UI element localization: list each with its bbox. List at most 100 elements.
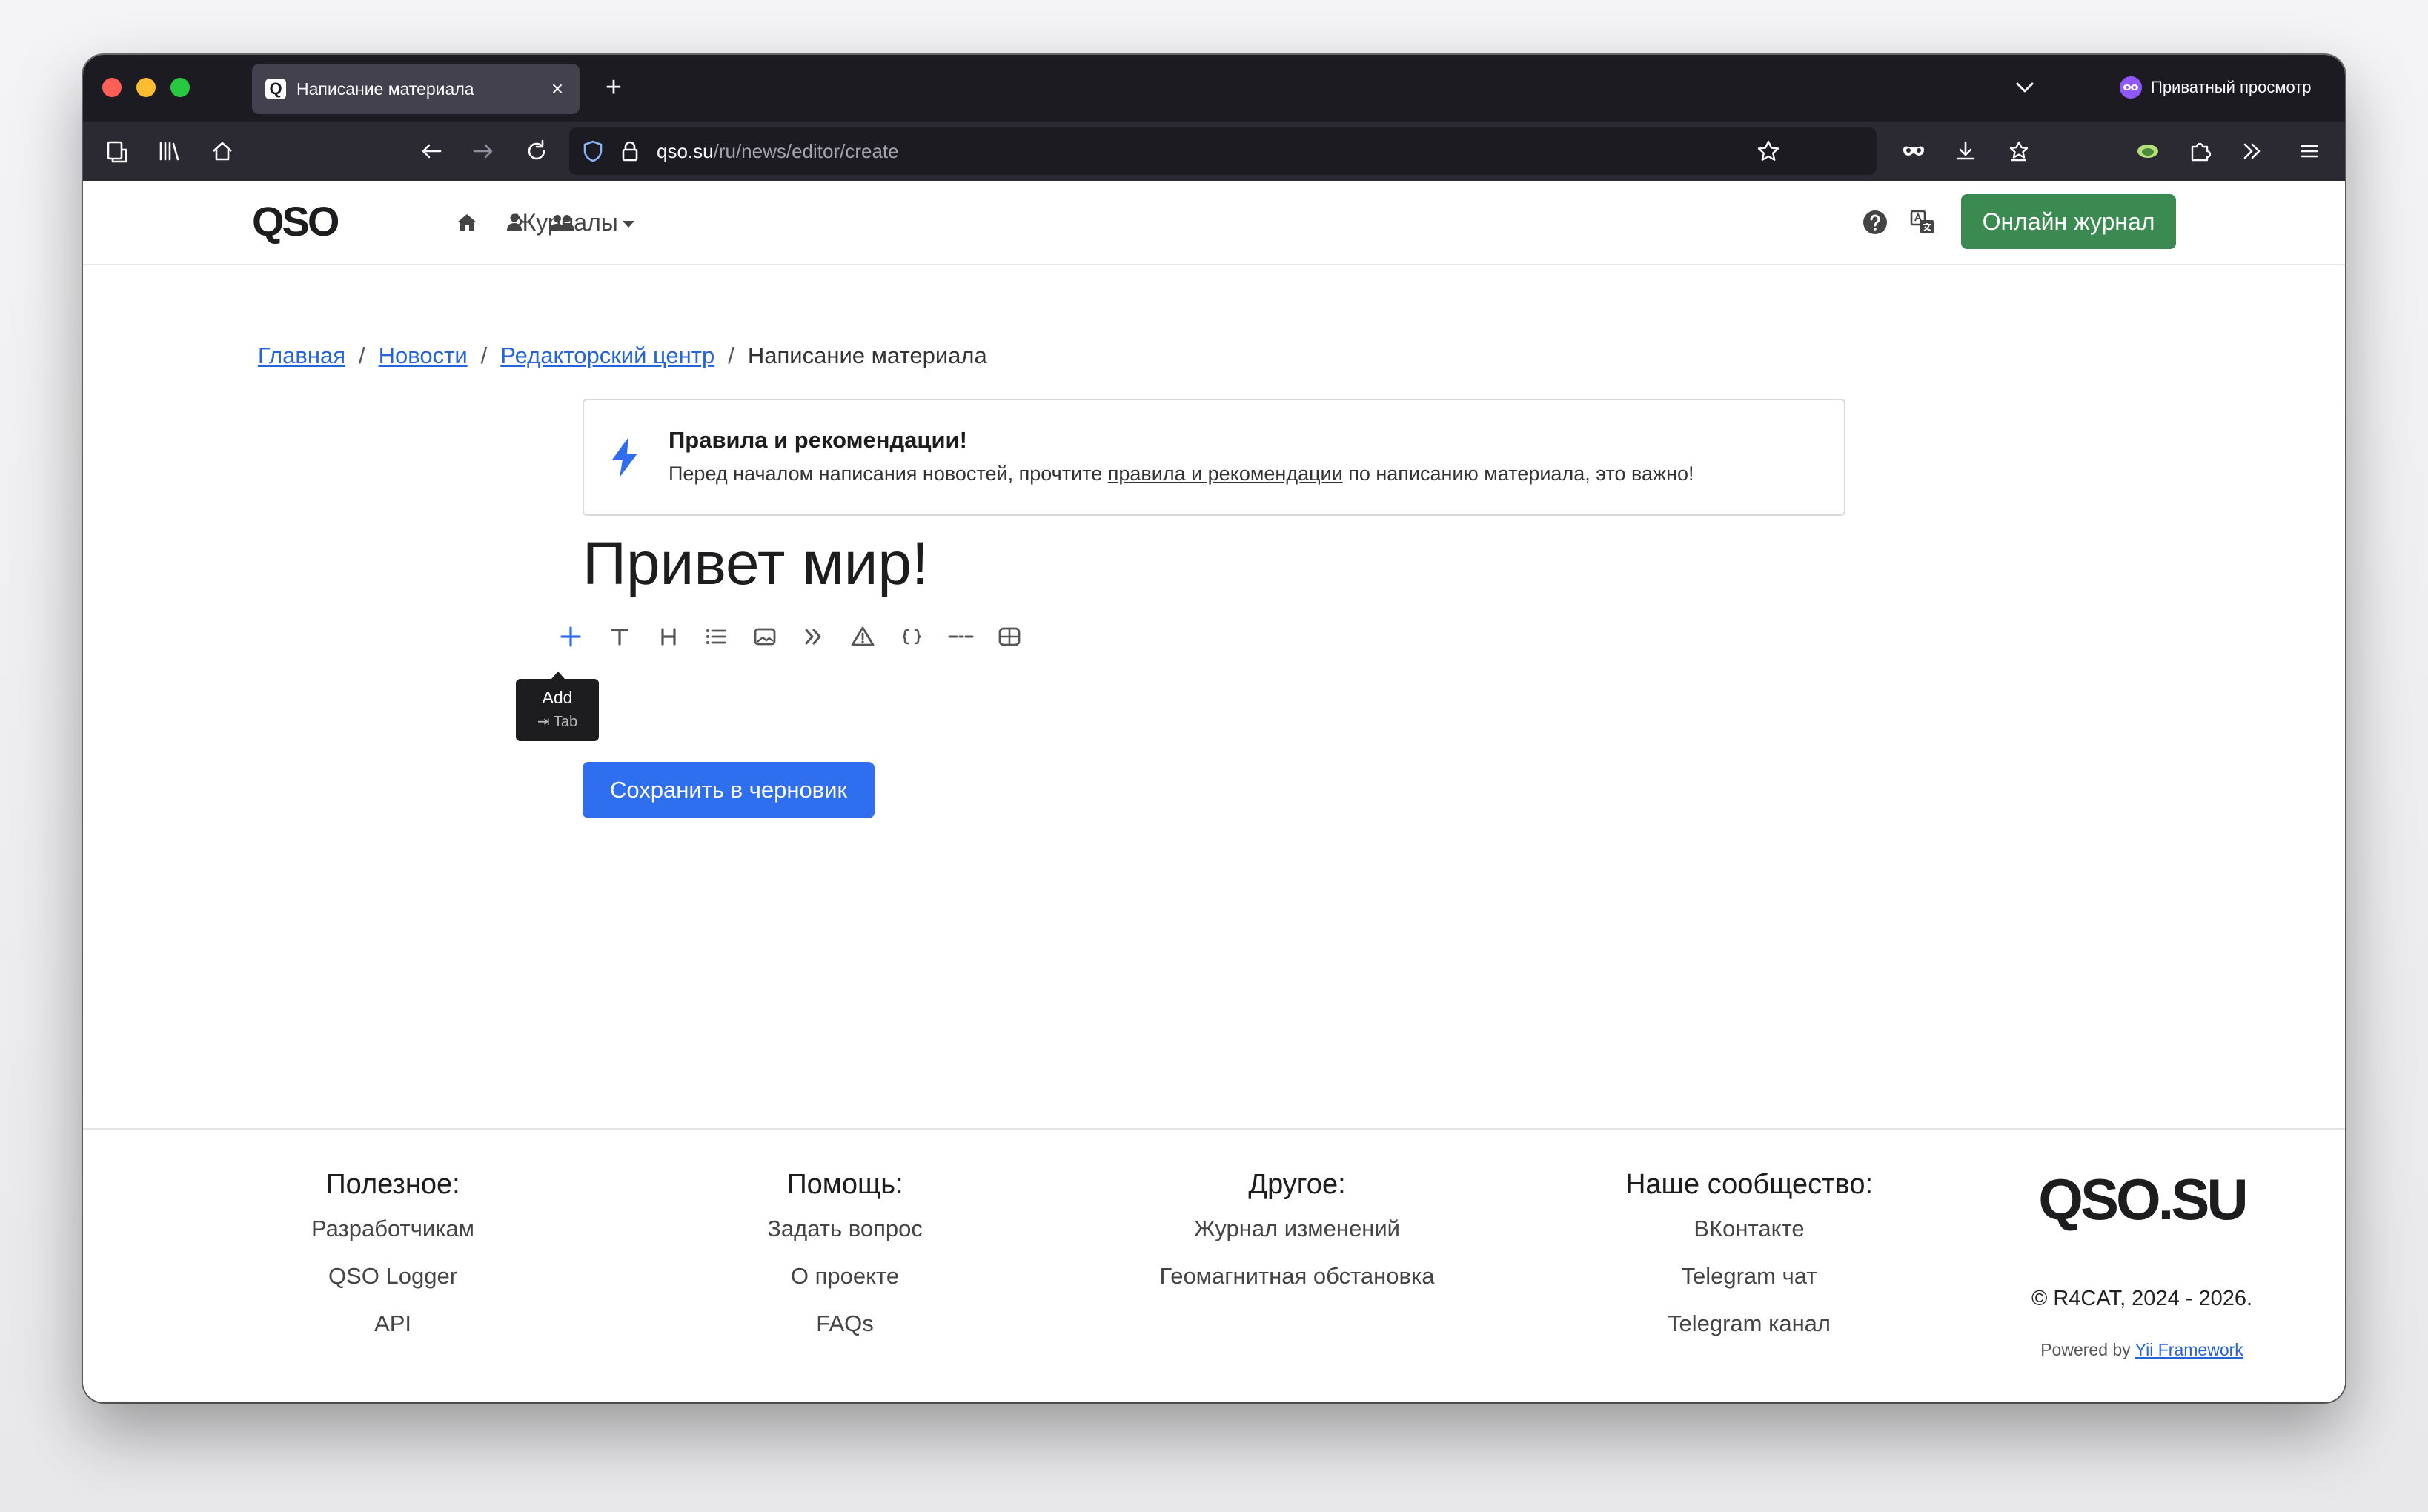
- tab-list-chevron-icon[interactable]: [2010, 73, 2040, 102]
- help-question-icon[interactable]: [1860, 208, 1890, 237]
- site-footer: Полезное: Разработчикам QSO Logger API П…: [83, 1128, 2345, 1402]
- url-field[interactable]: qso.su/ru/news/editor/create: [657, 141, 899, 162]
- home-icon[interactable]: [208, 136, 237, 166]
- private-browsing-indicator: Приватный просмотр: [2120, 76, 2312, 99]
- private-mask-toolbar-icon[interactable]: [1899, 136, 1928, 166]
- footer-link[interactable]: Telegram чат: [1556, 1253, 1942, 1300]
- address-bar[interactable]: qso.su/ru/news/editor/create: [569, 127, 1877, 175]
- forward-arrow-icon[interactable]: [468, 136, 498, 166]
- footer-column-title: Полезное:: [325, 1169, 460, 1200]
- close-window-button[interactable]: [102, 78, 122, 97]
- back-arrow-icon[interactable]: [417, 136, 446, 166]
- save-draft-button[interactable]: Сохранить в черновик: [583, 762, 875, 818]
- footer-column-title: Другое:: [1248, 1169, 1346, 1200]
- active-tab[interactable]: Q Написание материала ×: [252, 64, 580, 114]
- url-path: /ru/news/editor/create: [713, 140, 899, 162]
- footer-column-community: Наше сообщество: ВКонтакте Telegram чат …: [1556, 1164, 1942, 1347]
- journals-label: Журналы: [514, 209, 618, 236]
- overflow-chevrons-icon[interactable]: [2237, 136, 2266, 166]
- quote-icon[interactable]: [793, 614, 835, 660]
- navigation-toolbar: qso.su/ru/news/editor/create: [83, 122, 2345, 181]
- reload-icon[interactable]: [522, 136, 551, 166]
- url-host: qso.su: [657, 140, 714, 162]
- browser-window: Q Написание материала × + Приватный прос…: [83, 55, 2345, 1402]
- delimiter-icon[interactable]: [940, 614, 981, 660]
- warning-icon[interactable]: [842, 614, 883, 660]
- breadcrumb-separator: /: [359, 342, 365, 368]
- rules-text-after: по написанию материала, это важно!: [1342, 462, 1694, 485]
- footer-logo: QSO.SU: [2038, 1167, 2248, 1232]
- footer-link[interactable]: Геомагнитная обстановка: [1104, 1253, 1490, 1300]
- tracking-protection-shield-icon[interactable]: [578, 136, 608, 166]
- image-icon[interactable]: [744, 614, 786, 660]
- bookmark-star-icon[interactable]: [1754, 136, 1783, 166]
- yii-framework-link[interactable]: Yii Framework: [2135, 1340, 2243, 1359]
- article-title-input[interactable]: Привет мир!: [583, 529, 929, 599]
- minimize-window-button[interactable]: [136, 78, 156, 97]
- footer-link[interactable]: ВКонтакте: [1556, 1205, 1942, 1253]
- table-icon[interactable]: [989, 614, 1030, 660]
- footer-link[interactable]: FAQs: [652, 1300, 1038, 1347]
- powered-prefix: Powered by: [2040, 1340, 2135, 1359]
- private-mask-icon: [2120, 76, 2142, 99]
- footer-link[interactable]: API: [200, 1300, 586, 1347]
- footer-column-useful: Полезное: Разработчикам QSO Logger API: [200, 1164, 586, 1347]
- footer-column-help: Помощь: Задать вопрос О проекте FAQs: [652, 1164, 1038, 1347]
- translate-language-icon[interactable]: [1908, 208, 1937, 237]
- site-header: QSO Журналы Онлайн журнал: [83, 181, 2345, 265]
- footer-powered-by: Powered by Yii Framework: [2009, 1340, 2275, 1360]
- maximize-window-button[interactable]: [170, 78, 190, 97]
- breadcrumb-home-link[interactable]: Главная: [258, 342, 345, 369]
- tab-strip: Q Написание материала × + Приватный прос…: [83, 55, 2345, 122]
- add-tooltip: Add ⇥ Tab: [516, 672, 599, 741]
- rules-notice: Правила и рекомендации! Перед началом на…: [583, 399, 1845, 516]
- tooltip-shortcut: ⇥ Tab: [537, 714, 578, 730]
- caret-down-icon: [622, 221, 634, 228]
- plus-icon[interactable]: [550, 614, 591, 660]
- breadcrumb-separator: /: [728, 342, 734, 368]
- site-logo[interactable]: QSO: [252, 197, 339, 245]
- breadcrumb-editor-center-link[interactable]: Редакторский центр: [500, 342, 714, 369]
- rules-title: Правила и рекомендации!: [669, 427, 967, 453]
- list-icon[interactable]: [695, 614, 737, 660]
- rules-text-before: Перед началом написания новостей, прочти…: [669, 462, 1108, 485]
- tab-title: Написание материала: [296, 79, 474, 99]
- private-browsing-label: Приватный просмотр: [2151, 78, 2312, 96]
- footer-link[interactable]: Telegram канал: [1556, 1300, 1942, 1347]
- breadcrumb-separator: /: [480, 342, 488, 368]
- home-nav-icon[interactable]: [452, 208, 482, 237]
- tooltip-title: Add: [542, 688, 573, 707]
- footer-link[interactable]: Разработчикам: [200, 1205, 586, 1253]
- downloads-icon[interactable]: [1951, 136, 1980, 166]
- footer-copyright: © R4CAT, 2024 - 2026.: [2031, 1287, 2253, 1310]
- code-icon[interactable]: [891, 614, 932, 660]
- breadcrumb-news-link[interactable]: Новости: [379, 342, 468, 369]
- hamburger-menu-icon[interactable]: [2295, 136, 2324, 166]
- footer-link[interactable]: QSO Logger: [200, 1253, 586, 1300]
- rules-link[interactable]: правила и рекомендации: [1108, 462, 1343, 485]
- new-tab-button[interactable]: +: [597, 71, 630, 104]
- site-favicon-icon: Q: [265, 79, 286, 99]
- library-icon[interactable]: [154, 136, 184, 166]
- lock-icon[interactable]: [615, 136, 645, 166]
- journals-dropdown[interactable]: Журналы: [514, 208, 634, 237]
- breadcrumb: Главная / Новости / Редакторский центр /…: [258, 342, 987, 369]
- web-page: QSO Журналы Онлайн журнал Главная / Ново…: [83, 181, 2345, 1402]
- breadcrumb-current: Написание материала: [747, 342, 987, 368]
- footer-column-title: Помощь:: [786, 1169, 903, 1200]
- pocket-star-icon[interactable]: [2004, 136, 2034, 166]
- screenshot-icon[interactable]: [102, 136, 132, 166]
- online-journal-button[interactable]: Онлайн журнал: [1961, 194, 2176, 249]
- footer-link[interactable]: Задать вопрос: [652, 1205, 1038, 1253]
- rules-text: Перед началом написания новостей, прочти…: [669, 462, 1694, 485]
- extensions-puzzle-icon[interactable]: [2185, 136, 2215, 166]
- close-tab-icon[interactable]: ×: [544, 76, 571, 102]
- footer-link[interactable]: Журнал изменений: [1104, 1205, 1490, 1253]
- text-icon[interactable]: [599, 614, 640, 660]
- heading-icon[interactable]: [648, 614, 689, 660]
- footer-column-title: Наше сообщество:: [1625, 1169, 1874, 1200]
- vpn-extension-icon[interactable]: [2133, 136, 2163, 166]
- footer-column-other: Другое: Журнал изменений Геомагнитная об…: [1104, 1164, 1490, 1300]
- lightning-bolt-icon: [606, 436, 643, 479]
- footer-link[interactable]: О проекте: [652, 1253, 1038, 1300]
